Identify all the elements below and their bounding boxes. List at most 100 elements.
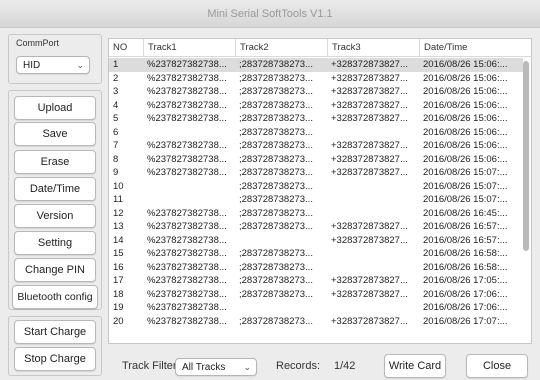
stop-charge-button[interactable]: Stop Charge — [14, 347, 96, 371]
cell-date-time: 2016/08/26 15:06:... — [423, 126, 508, 138]
cell-no: 13 — [113, 221, 124, 232]
cell-date-time: 2016/08/26 17:07:... — [423, 315, 508, 327]
table-row[interactable]: 7 %237827382738... ;283728738273... +328372… — [109, 139, 523, 153]
cell-track3 — [327, 301, 419, 315]
cell-no: 5 — [113, 113, 119, 124]
cell-track2: ;283728738273... — [239, 140, 313, 151]
upload-button[interactable]: Upload — [14, 96, 96, 120]
cell-track3: +328372873827... — [331, 59, 408, 70]
cell-date-time: 2016/08/26 15:06:... — [423, 113, 508, 124]
cell-track1: %237827382738... — [147, 248, 227, 259]
version-button[interactable]: Version — [14, 204, 96, 228]
cell-no: 19 — [113, 302, 124, 313]
cell-track2: ;283728738273... — [239, 180, 313, 192]
cell-date-time: 2016/08/26 15:06:... — [423, 86, 508, 97]
cell-track3: +328372873827... — [331, 86, 408, 97]
table-row[interactable]: 13 %237827382738... ;283728738273... +32837… — [109, 220, 523, 234]
table-row[interactable]: 5 %237827382738... ;283728738273... +328372… — [109, 112, 523, 126]
save-button[interactable]: Save — [14, 122, 96, 146]
table-row[interactable]: 4 %237827382738... ;283728738273... +328372… — [109, 99, 523, 113]
column-header-track3[interactable]: Track3 — [327, 39, 419, 57]
column-header-track2[interactable]: Track2 — [235, 39, 327, 57]
cell-track1: %237827382738... — [147, 221, 227, 232]
table-row[interactable]: 11 ;283728738273... 2016/08/26 15:07:... — [109, 193, 523, 207]
window-title: Mini Serial SoftTools V1.1 — [0, 0, 540, 28]
cell-track1: %237827382738... — [147, 86, 227, 97]
track-filter-select[interactable]: All Tracks ⌄ — [175, 358, 257, 376]
close-button[interactable]: Close — [466, 354, 528, 378]
cell-track2: ;283728738273... — [239, 59, 313, 70]
cell-track2: ;283728738273... — [239, 315, 313, 327]
erase-button[interactable]: Erase — [14, 150, 96, 174]
commport-select-value: HID — [23, 60, 41, 71]
table-row[interactable]: 14 %237827382738... +328372873827... 2016/0… — [109, 234, 523, 248]
cell-track2 — [235, 234, 327, 248]
cell-no: 16 — [113, 261, 124, 273]
cell-date-time: 2016/08/26 15:07:... — [423, 167, 508, 178]
write-card-button[interactable]: Write Card — [384, 354, 446, 378]
setting-button[interactable]: Setting — [14, 231, 96, 255]
track-filter-value: All Tracks — [182, 362, 226, 373]
cell-date-time: 2016/08/26 15:07:... — [423, 194, 508, 205]
cell-no: 18 — [113, 288, 124, 300]
table-row[interactable]: 6 ;283728738273... 2016/08/26 15:06:... — [109, 126, 523, 140]
cell-no: 12 — [113, 207, 124, 219]
start-charge-button[interactable]: Start Charge — [14, 320, 96, 344]
table-row[interactable]: 18 %237827382738... ;283728738273... +32837… — [109, 288, 523, 302]
cell-track3 — [327, 207, 419, 221]
table-row[interactable]: 1 %237827382738... ;283728738273... +328372… — [109, 58, 523, 72]
cell-no: 11 — [113, 194, 123, 205]
cell-track2: ;283728738273... — [239, 275, 313, 286]
bluetooth-config-button[interactable]: Bluetooth config — [12, 285, 98, 309]
table-row[interactable]: 16 %237827382738... ;283728738273... 2016/0… — [109, 261, 523, 275]
cell-track2: ;283728738273... — [239, 248, 313, 259]
scrollbar-thumb[interactable] — [523, 61, 529, 251]
cell-date-time: 2016/08/26 15:06:... — [423, 99, 508, 111]
table-scrollbar[interactable] — [522, 61, 529, 341]
cell-track1: %237827382738... — [147, 207, 227, 219]
column-header-no[interactable]: NO — [109, 39, 143, 57]
cell-date-time: 2016/08/26 17:06:... — [423, 288, 508, 300]
cell-track1: %237827382738... — [147, 99, 227, 111]
cell-no: 20 — [113, 315, 124, 327]
table-row[interactable]: 9 %237827382738... ;283728738273... +328372… — [109, 166, 523, 180]
cell-track3 — [327, 126, 419, 140]
cell-track3: +328372873827... — [331, 140, 408, 151]
cell-no: 6 — [113, 126, 119, 138]
table-row[interactable]: 2 %237827382738... ;283728738273... +328372… — [109, 72, 523, 86]
cell-no: 10 — [113, 180, 124, 192]
cell-track3: +328372873827... — [331, 72, 408, 84]
records-table[interactable]: NO Track1 Track2 Track3 Date/Time 1 %2378… — [108, 38, 532, 344]
table-row[interactable]: 17 %237827382738... ;283728738273... +32837… — [109, 274, 523, 288]
cell-no: 9 — [113, 167, 119, 178]
cell-date-time: 2016/08/26 16:45:... — [423, 207, 508, 219]
cell-no: 2 — [113, 72, 119, 84]
cell-track1: %237827382738... — [147, 234, 227, 246]
change-pin-button[interactable]: Change PIN — [14, 258, 96, 282]
cell-date-time: 2016/08/26 15:06:... — [423, 153, 508, 165]
table-row[interactable]: 20 %237827382738... ;283728738273... +32837… — [109, 315, 523, 329]
cell-date-time: 2016/08/26 17:06:... — [423, 302, 508, 313]
commport-select[interactable]: HID ⌄ — [16, 56, 90, 74]
cell-track2: ;283728738273... — [239, 167, 313, 178]
table-row[interactable]: 15 %237827382738... ;283728738273... 2016/0… — [109, 247, 523, 261]
cell-track1: %237827382738... — [147, 302, 227, 313]
cell-track1: %237827382738... — [147, 275, 227, 286]
table-row[interactable]: 10 ;283728738273... 2016/08/26 15:07:... — [109, 180, 523, 194]
table-row[interactable]: 12 %237827382738... ;283728738273... 2016/0… — [109, 207, 523, 221]
table-row[interactable]: 19 %237827382738... 2016/08/26 17:06:... — [109, 301, 523, 315]
table-row[interactable]: 3 %237827382738... ;283728738273... +328372… — [109, 85, 523, 99]
app-window: Mini Serial SoftTools V1.1 CommPort HID … — [0, 0, 540, 380]
cell-date-time: 2016/08/26 16:57:... — [423, 234, 508, 246]
cell-no: 17 — [113, 275, 124, 286]
cell-track1: %237827382738... — [147, 140, 227, 151]
cell-track2: ;283728738273... — [239, 99, 313, 111]
track-filter-label: Track Filter — [122, 360, 177, 372]
cell-date-time: 2016/08/26 15:06:... — [423, 59, 508, 70]
date-time-button[interactable]: Date/Time — [14, 177, 96, 201]
records-label: Records: — [276, 360, 321, 372]
cell-track1: %237827382738... — [147, 113, 227, 124]
table-row[interactable]: 8 %237827382738... ;283728738273... +328372… — [109, 153, 523, 167]
column-header-track1[interactable]: Track1 — [143, 39, 235, 57]
column-header-date-time[interactable]: Date/Time — [419, 39, 531, 57]
